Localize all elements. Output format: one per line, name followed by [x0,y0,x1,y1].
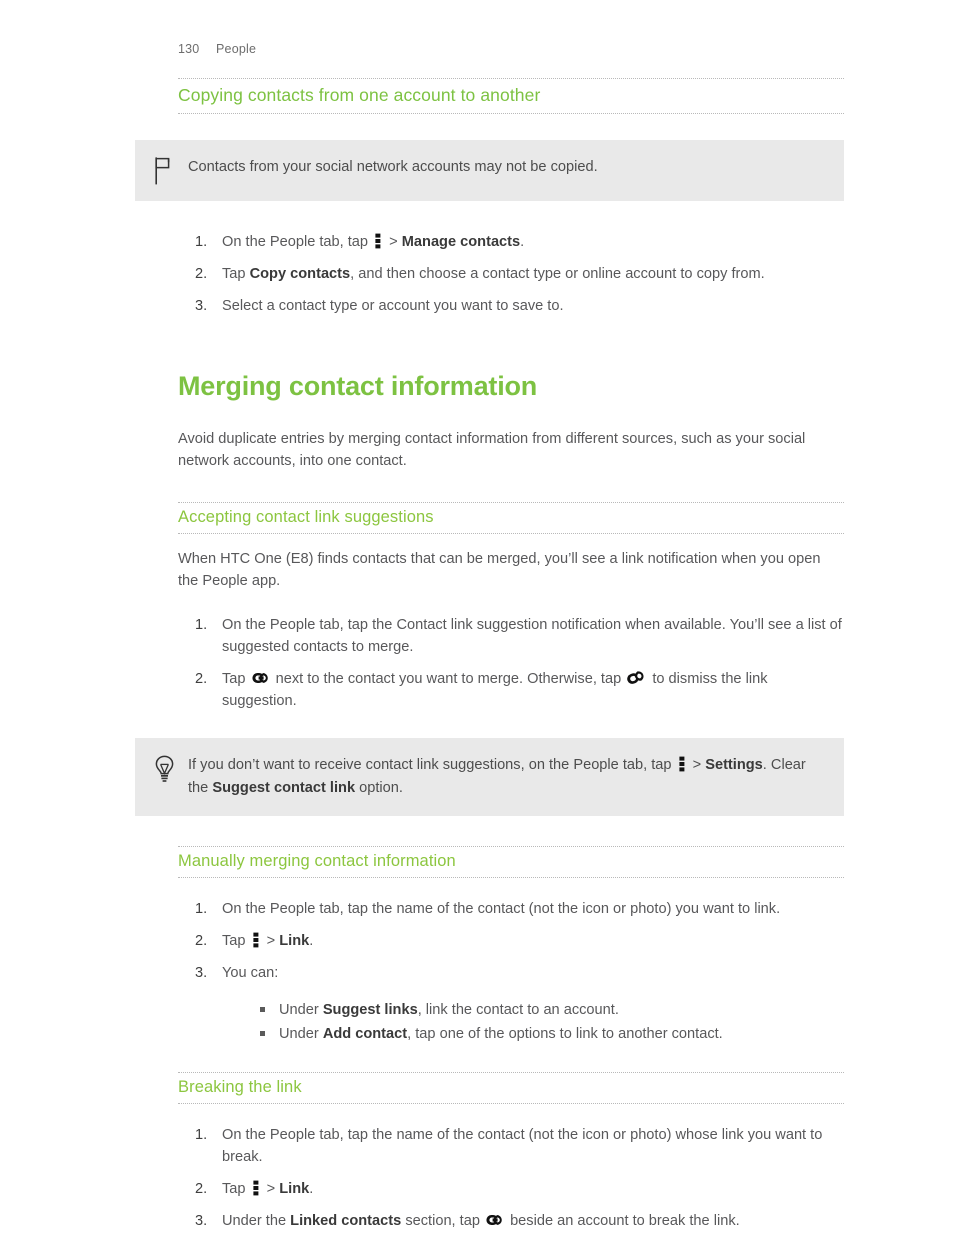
list-item: Tap Copy contacts, and then choose a con… [178,263,844,285]
lightbulb-icon [154,754,188,785]
steps-manual-merge: On the People tab, tap the name of the c… [178,898,844,1046]
accepting-intro-paragraph: When HTC One (E8) finds contacts that ca… [178,551,821,589]
document-page: 130 People Copying contacts from one acco… [0,0,954,1235]
overflow-menu-icon [375,233,381,249]
emphasis-text: Manage contacts [401,234,521,250]
emphasis-text: Settings [705,757,763,773]
step-text: On the People tab, tap the Contact link … [222,617,842,655]
list-item: On the People tab, tap > Manage contacts… [178,231,844,253]
step-text: Select a contact type or account you wan… [222,298,564,314]
step-text: On the People tab, tap > Manage contacts… [222,233,525,250]
steps-copying-contacts: On the People tab, tap > Manage contacts… [178,231,844,317]
step-text: On the People tab, tap the name of the c… [222,901,781,917]
list-item: Under the Linked contacts section, tap b… [178,1210,844,1232]
running-header: 130 People [178,42,256,56]
list-item: Tap > Link. [178,1178,844,1200]
link-icon [486,1215,502,1225]
flag-icon [154,156,188,185]
page-title-merging: Merging contact information [178,371,538,401]
link-icon [251,673,268,683]
step-text: You can: [222,965,279,981]
tip-callout: If you don’t want to receive contact lin… [135,738,844,816]
list-item: Tap > Link. [178,930,844,952]
list-item: Tap next to the contact you want to merg… [178,668,844,712]
list-item: On the People tab, tap the name of the c… [178,898,844,920]
emphasis-text: Suggest links [322,1002,418,1018]
list-item: Select a contact type or account you wan… [178,295,844,317]
merging-intro-paragraph: Avoid duplicate entries by merging conta… [178,431,806,469]
content-column: Copying contacts from one account to ano… [135,78,844,1232]
emphasis-text: Suggest contact link [212,780,356,796]
sub-list-you-can: Under Suggest links, link the contact to… [222,998,844,1046]
sub-item-text: Under Add contact, tap one of the option… [279,1026,723,1042]
sub-item-text: Under Suggest links, link the contact to… [279,1002,619,1018]
list-item: On the People tab, tap the Contact link … [178,614,844,658]
emphasis-text: Add contact [322,1026,408,1042]
steps-accepting: On the People tab, tap the Contact link … [178,614,844,712]
note-text: Contacts from your social network accoun… [188,159,598,175]
step-text: Tap > Link. [222,932,314,949]
steps-breaking-link: On the People tab, tap the name of the c… [178,1124,844,1232]
subsection-heading-manual: Manually merging contact information [178,846,844,878]
step-text: Tap > Link. [222,1180,314,1197]
emphasis-text: Link [279,1181,310,1197]
subsection-heading-accepting: Accepting contact link suggestions [178,502,844,534]
step-text: On the People tab, tap the name of the c… [222,1127,823,1165]
overflow-menu-icon [678,756,684,772]
section-heading-copying-contacts: Copying contacts from one account to ano… [178,78,844,114]
list-item: Under Add contact, tap one of the option… [258,1022,844,1046]
subsection-heading-breaking: Breaking the link [178,1072,844,1104]
chapter-name: People [216,42,257,56]
step-text: Tap Copy contacts, and then choose a con… [222,266,765,282]
overflow-menu-icon [252,932,258,948]
step-text: Under the Linked contacts section, tap b… [222,1213,740,1229]
tip-text: If you don’t want to receive contact lin… [188,756,806,796]
note-callout: Contacts from your social network accoun… [135,140,844,201]
list-item: On the People tab, tap the name of the c… [178,1124,844,1168]
emphasis-text: Linked contacts [290,1213,402,1229]
emphasis-text: Copy contacts [249,266,351,282]
note-callout-wrapper: Contacts from your social network accoun… [135,140,844,201]
page-number: 130 [178,42,200,56]
list-item: You can: Under Suggest links, link the c… [178,962,844,1046]
broken-link-icon [627,671,644,684]
emphasis-text: Link [279,933,310,949]
list-item: Under Suggest links, link the contact to… [258,998,844,1022]
overflow-menu-icon [252,1180,258,1196]
step-text: Tap next to the contact you want to merg… [222,671,768,709]
tip-callout-wrapper: If you don’t want to receive contact lin… [135,738,844,816]
